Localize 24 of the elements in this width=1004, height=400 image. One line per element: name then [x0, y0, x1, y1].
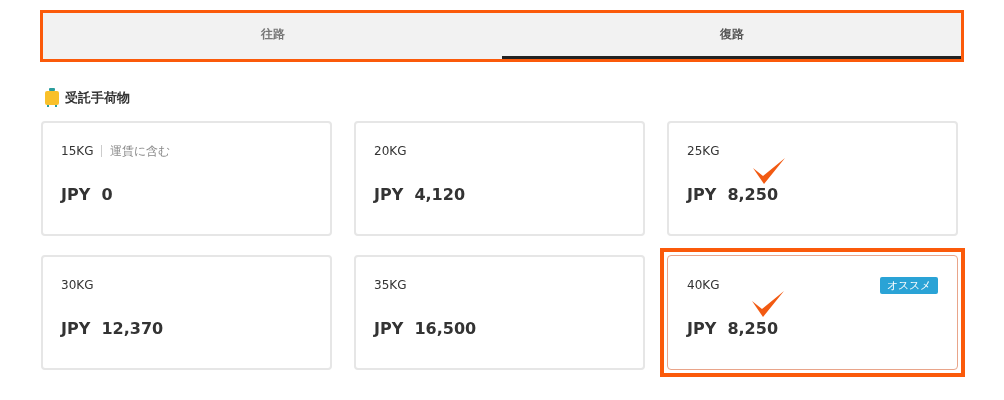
price-label: JPY 8,250 — [687, 185, 778, 204]
included-note: 運賃に含む — [110, 142, 171, 160]
price-label: JPY 4,120 — [374, 185, 465, 204]
suitcase-icon — [45, 88, 59, 108]
baggage-option-card[interactable]: 20KG JPY 4,120 — [354, 121, 645, 236]
baggage-option-card[interactable]: 25KG JPY 8,250 — [667, 121, 958, 236]
checkmark-icon — [752, 291, 784, 317]
baggage-option-card[interactable]: 35KG JPY 16,500 — [354, 255, 645, 370]
section-title: 受託手荷物 — [65, 89, 130, 107]
price-label: JPY 8,250 — [687, 319, 778, 338]
baggage-option-card[interactable]: 30KG JPY 12,370 — [41, 255, 332, 370]
weight-label: 30KG — [61, 278, 94, 292]
price-label: JPY 12,370 — [61, 319, 164, 338]
weight-label: 35KG — [374, 278, 407, 292]
recommended-badge: オススメ — [880, 276, 938, 294]
weight-label: 40KG — [687, 278, 720, 292]
weight-label: 20KG — [374, 144, 407, 158]
baggage-option-card[interactable]: 40KG オススメ JPY 8,250 — [667, 255, 958, 370]
checkmark-icon — [753, 158, 785, 184]
weight-label: 25KG — [687, 144, 720, 158]
price-label: JPY 16,500 — [374, 319, 477, 338]
baggage-option-card[interactable]: 15KG 運賃に含む JPY 0 — [41, 121, 332, 236]
weight-label: 15KG — [61, 144, 94, 158]
price-label: JPY 0 — [61, 185, 113, 204]
